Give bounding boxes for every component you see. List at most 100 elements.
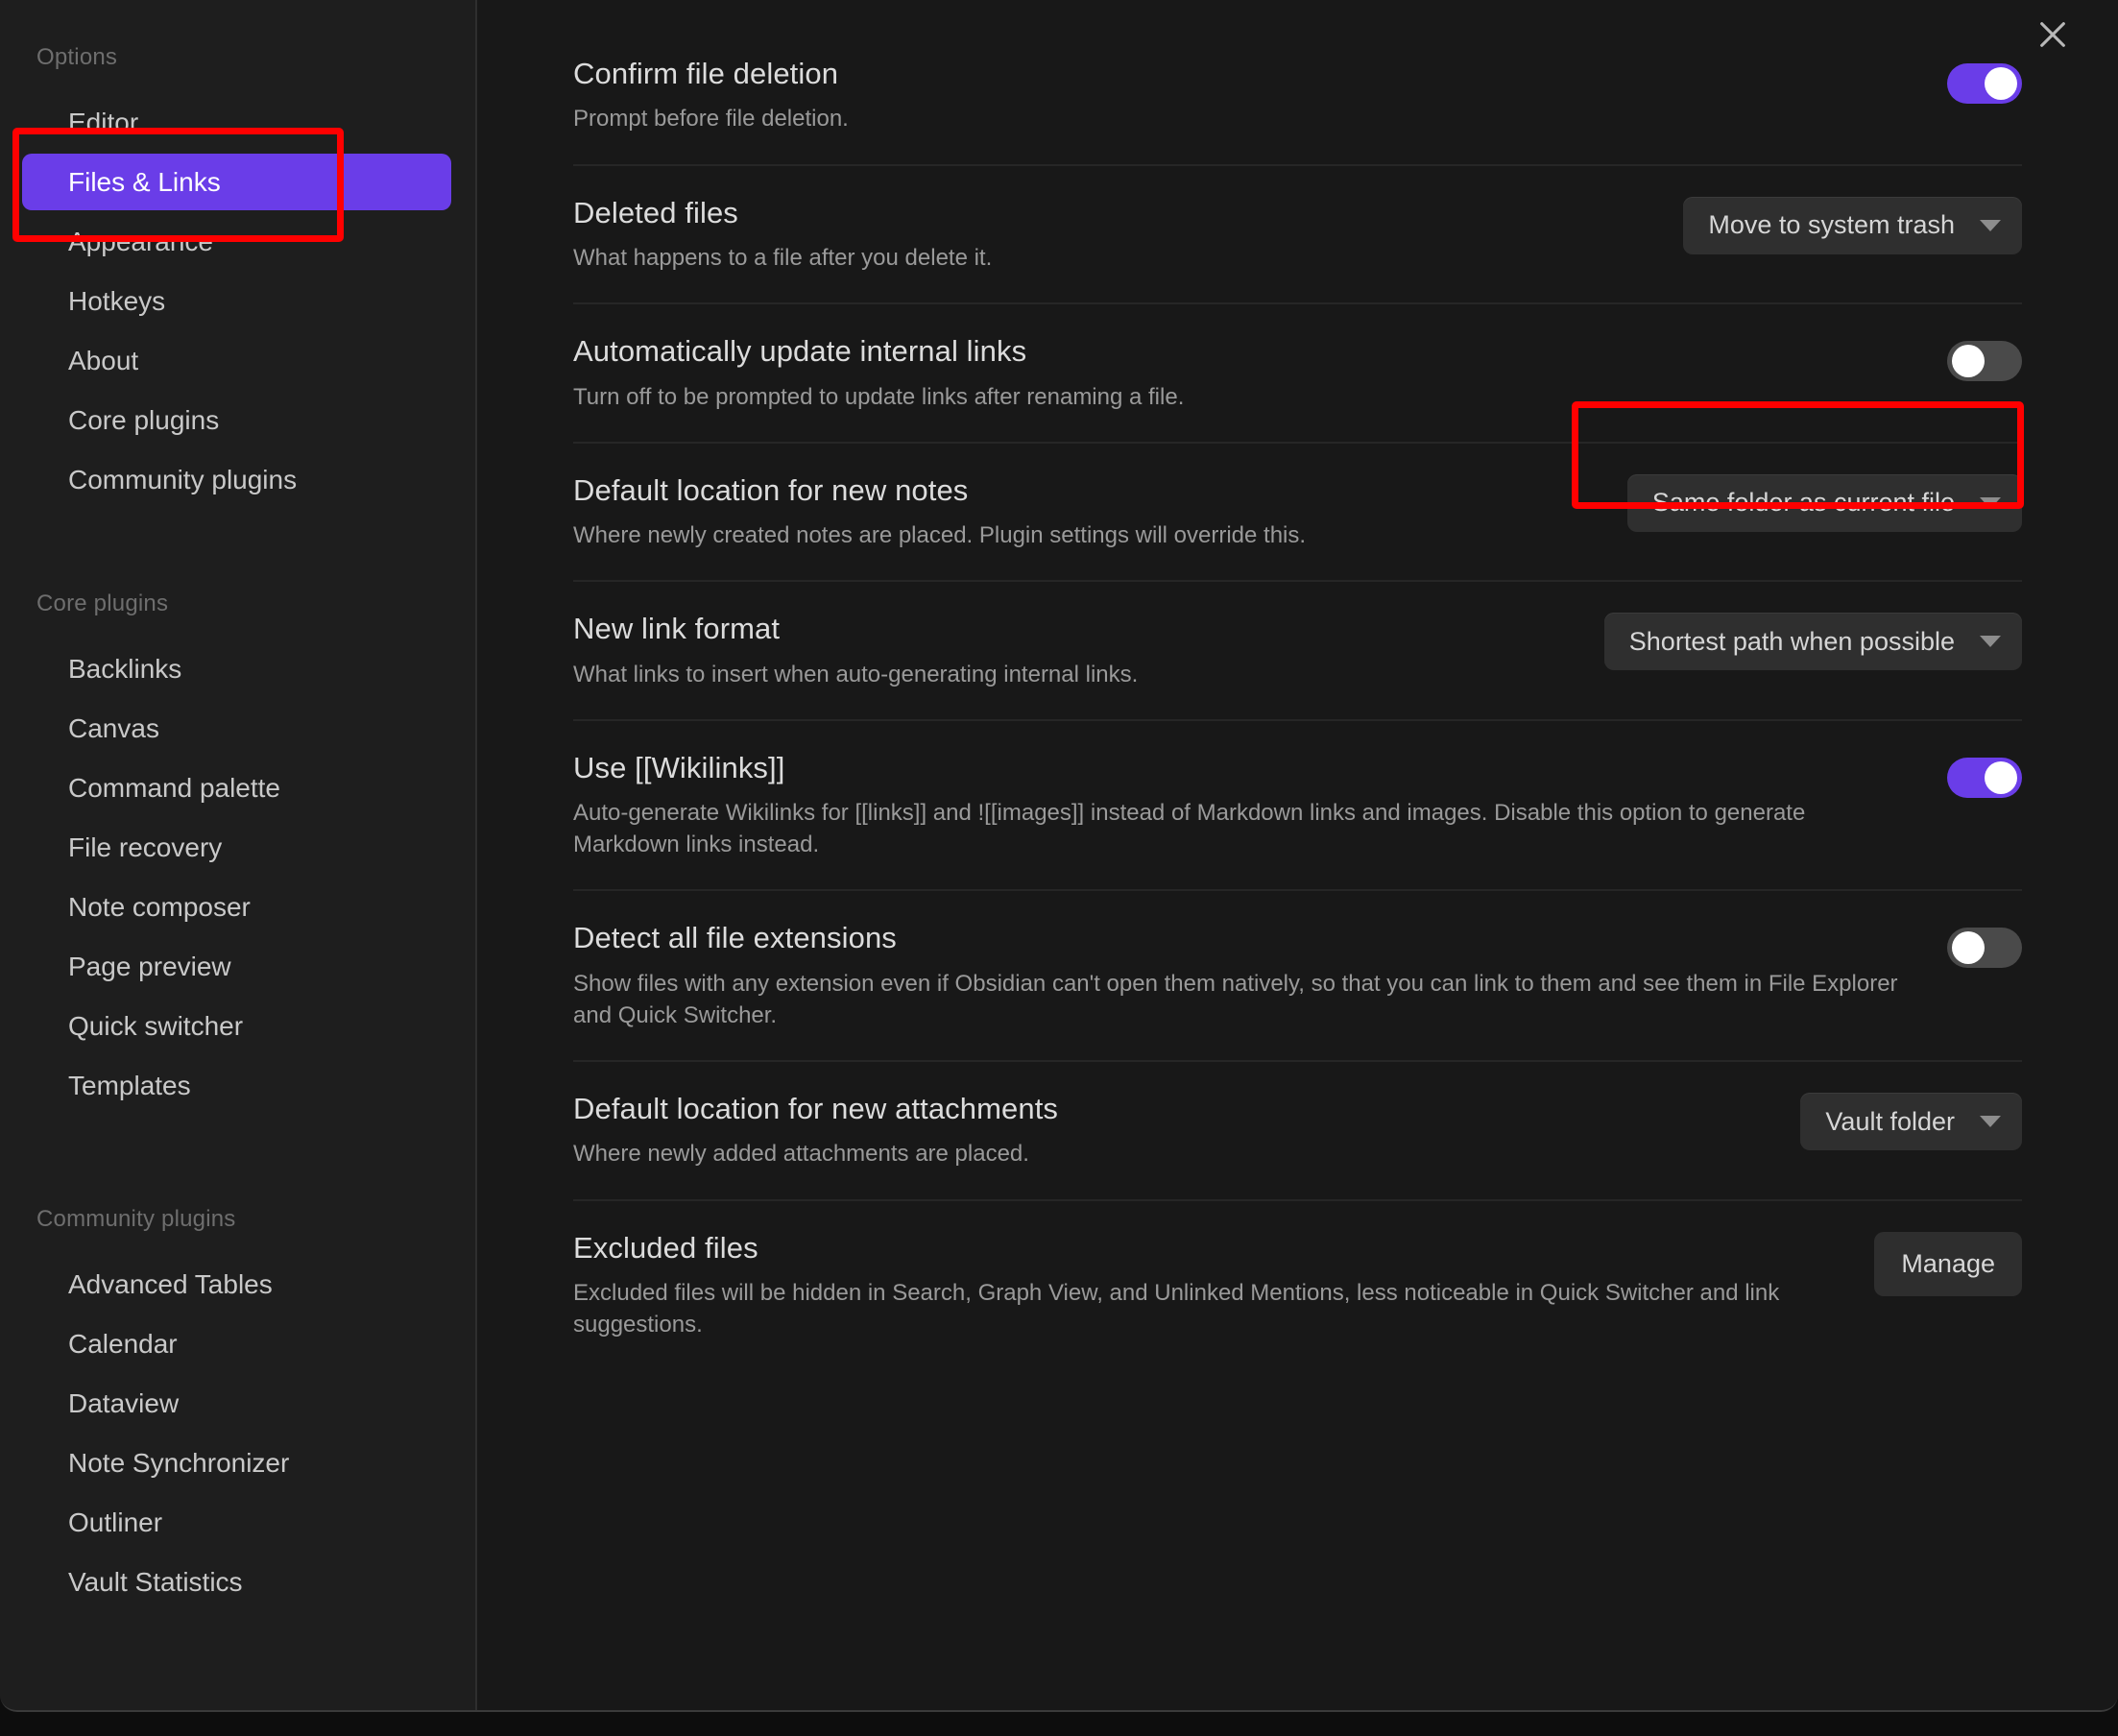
toggle-knob [1952, 931, 1985, 965]
toggle-automatically-update-internal-links[interactable] [1947, 341, 2022, 382]
sidebar-item-label: Note composer [68, 892, 251, 922]
setting-name: Default location for new notes [573, 472, 969, 507]
sidebar-item-label: Note Synchronizer [68, 1448, 290, 1478]
sidebar-item-label: File recovery [68, 832, 223, 862]
setting-control: Same folder as current file [1626, 470, 2022, 532]
sidebar-item-calendar[interactable]: Calendar [32, 1315, 444, 1372]
setting-description: Show files with any extension even if Ob… [573, 970, 1898, 1028]
setting-description: Excluded files will be hidden in Search,… [573, 1280, 1780, 1338]
toggle-knob [1952, 345, 1985, 378]
sidebar-item-label: Quick switcher [68, 1011, 244, 1041]
setting-row-automatically-update-internal-links: Automatically update internal links Turn … [573, 304, 2022, 444]
setting-control: Manage [1874, 1228, 2022, 1296]
sidebar-group: Community plugins Advanced Tables Calendar… [0, 1206, 475, 1610]
toggle-knob [1985, 67, 2017, 100]
sidebar-item-community-plugins[interactable]: Community plugins [32, 451, 444, 508]
setting-control [1947, 748, 2022, 804]
setting-description: What happens to a file after you delete … [573, 244, 993, 271]
setting-description: What links to insert when auto-generatin… [573, 661, 1139, 687]
sidebar-item-editor[interactable]: Editor [32, 94, 444, 151]
sidebar-item-dataview[interactable]: Dataview [32, 1375, 444, 1432]
setting-name: Automatically update internal links [573, 334, 1027, 369]
setting-info: Deleted files What happens to a file afte… [573, 193, 1645, 275]
sidebar-item-page-preview[interactable]: Page preview [32, 938, 444, 995]
toggle-knob [1985, 760, 2017, 794]
sidebar-item-note-synchronizer[interactable]: Note Synchronizer [32, 1435, 444, 1491]
chevron-down-icon [1980, 219, 2001, 231]
dropdown-default-location-for-new-notes[interactable]: Same folder as current file [1626, 473, 2022, 532]
setting-row-new-link-format: New link format What links to insert when… [573, 582, 2022, 721]
sidebar-item-hotkeys[interactable]: Hotkeys [32, 273, 444, 329]
dropdown-selected-value: Same folder as current file [1651, 488, 1955, 518]
setting-description: Where newly created notes are placed. Pl… [573, 522, 1307, 549]
dropdown-selected-value: Move to system trash [1708, 210, 1955, 240]
sidebar-item-quick-switcher[interactable]: Quick switcher [32, 998, 444, 1054]
setting-row-excluded-files: Excluded files Excluded files will be hid… [573, 1201, 2022, 1370]
sidebar-item-label: Core plugins [68, 405, 220, 435]
setting-info: Use [[Wikilinks]] Auto-generate Wikilinks… [573, 748, 1909, 861]
settings-main-panel: Confirm file deletion Prompt before file … [477, 0, 2118, 1710]
setting-name: Default location for new attachments [573, 1092, 1059, 1126]
setting-name: Confirm file deletion [573, 57, 839, 90]
setting-control: Move to system trash [1683, 193, 2022, 254]
sidebar-item-about[interactable]: About [32, 332, 444, 389]
sidebar-group-heading: Community plugins [36, 1206, 236, 1232]
sidebar-item-file-recovery[interactable]: File recovery [32, 819, 444, 876]
setting-name: Detect all file extensions [573, 921, 897, 955]
chevron-down-icon [1980, 636, 2001, 648]
setting-row-default-location-for-new-notes: Default location for new notes Where newl… [573, 444, 2022, 583]
setting-info: Default location for new attachments Wher… [573, 1089, 1762, 1170]
sidebar-item-note-composer[interactable]: Note composer [32, 879, 444, 935]
setting-control: Shortest path when possible [1603, 609, 2022, 671]
setting-control [1947, 331, 2022, 387]
dropdown-default-location-for-new-attachments[interactable]: Vault folder [1800, 1093, 2022, 1151]
sidebar-item-label: Vault Statistics [68, 1567, 243, 1597]
dropdown-new-link-format[interactable]: Shortest path when possible [1603, 613, 2022, 671]
setting-row-deleted-files: Deleted files What happens to a file afte… [573, 166, 2022, 305]
dropdown-selected-value: Shortest path when possible [1628, 626, 1955, 656]
sidebar-item-label: Backlinks [68, 654, 182, 684]
dropdown-selected-value: Vault folder [1825, 1106, 1955, 1136]
sidebar-item-templates[interactable]: Templates [32, 1057, 444, 1114]
sidebar-group: Core plugins Backlinks Canvas Command palet… [0, 591, 475, 1114]
sidebar-item-vault-statistics[interactable]: Vault Statistics [32, 1554, 444, 1610]
sidebar-item-backlinks[interactable]: Backlinks [32, 640, 444, 697]
sidebar-item-label: Editor [68, 108, 139, 137]
settings-sidebar: Options Editor Files & Links Appearance Hotk… [0, 0, 477, 1710]
sidebar-item-advanced-tables[interactable]: Advanced Tables [32, 1256, 444, 1313]
sidebar-item-label: Templates [68, 1071, 191, 1100]
dropdown-deleted-files[interactable]: Move to system trash [1683, 196, 2022, 254]
toggle-use-wikilinks[interactable] [1947, 757, 2022, 798]
setting-description: Prompt before file deletion. [573, 106, 849, 133]
sidebar-item-label: Files & Links [68, 167, 221, 197]
setting-control [1947, 918, 2022, 974]
settings-modal: Options Editor Files & Links Appearance Hotk… [0, 0, 2118, 1712]
toggle-confirm-file-deletion[interactable] [1947, 63, 2022, 104]
toggle-detect-all-file-extensions[interactable] [1947, 928, 2022, 969]
sidebar-item-label: Hotkeys [68, 286, 166, 316]
setting-row-use-wikilinks: Use [[Wikilinks]] Auto-generate Wikilinks… [573, 721, 2022, 892]
setting-control: Vault folder [1800, 1089, 2022, 1151]
sidebar-item-canvas[interactable]: Canvas [32, 700, 444, 757]
setting-description: Turn off to be prompted to update links … [573, 383, 1185, 410]
manage-button[interactable]: Manage [1874, 1231, 2022, 1296]
sidebar-item-label: Community plugins [68, 465, 298, 494]
sidebar-item-core-plugins[interactable]: Core plugins [32, 392, 444, 448]
sidebar-item-appearance[interactable]: Appearance [32, 213, 444, 270]
sidebar-item-label: Canvas [68, 713, 159, 743]
setting-info: New link format What links to insert when… [573, 609, 1566, 690]
sidebar-item-command-palette[interactable]: Command palette [32, 760, 444, 816]
close-icon[interactable] [2026, 8, 2080, 61]
sidebar-item-outliner[interactable]: Outliner [32, 1494, 444, 1551]
sidebar-item-label: Advanced Tables [68, 1269, 273, 1299]
setting-name: Excluded files [573, 1230, 758, 1265]
sidebar-item-label: Command palette [68, 773, 281, 803]
setting-description: Where newly added attachments are placed… [573, 1141, 1029, 1168]
sidebar-item-label: Calendar [68, 1329, 178, 1359]
sidebar-item-files-links[interactable]: Files & Links [22, 154, 451, 210]
setting-name: Deleted files [573, 195, 738, 229]
setting-info: Default location for new notes Where newl… [573, 470, 1589, 552]
setting-row-confirm-file-deletion: Confirm file deletion Prompt before file … [573, 27, 2022, 166]
